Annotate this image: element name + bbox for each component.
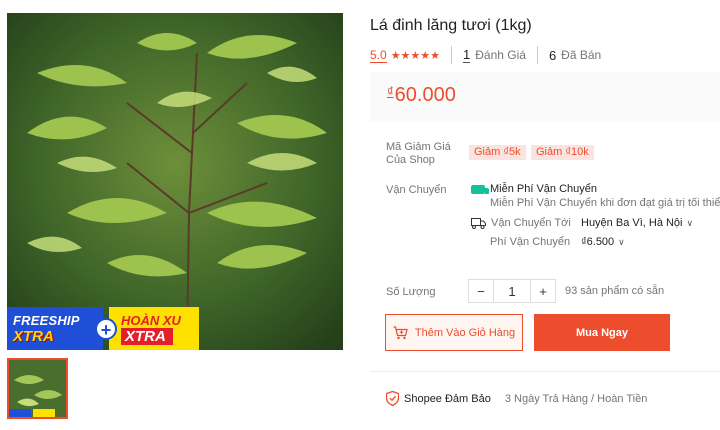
shipping-fee-value: ₫6.500 (581, 236, 615, 248)
free-ship-note: Miễn Phí Vận Chuyển khi đơn đạt giá trị … (490, 197, 720, 209)
quantity-increase-button[interactable]: + (531, 280, 555, 302)
truck-icon (471, 217, 486, 229)
currency-symbol: ₫ (387, 84, 394, 99)
quantity-label: Số Lượng (386, 286, 436, 298)
destination-select[interactable]: Huyện Ba Vì, Hà Nội ∨ (581, 217, 693, 229)
hoanxu-label: HOÀN XU (121, 312, 181, 328)
chevron-down-icon: ∨ (618, 237, 625, 247)
voucher-5k[interactable]: Giảm ₫5k (469, 145, 526, 160)
buy-now-button[interactable]: Mua Ngay (534, 314, 670, 351)
rating-score[interactable]: 5.0 (370, 48, 387, 63)
shipping-fee-select[interactable]: ₫6.500 ∨ (581, 236, 625, 248)
shield-icon (386, 391, 399, 406)
product-main-image[interactable]: FREESHIP XTRA + HOÀN XU XTRA (7, 13, 343, 350)
promo-banner: FREESHIP XTRA + HOÀN XU XTRA (7, 307, 343, 350)
divider (451, 46, 452, 64)
product-title: Lá đinh lăng tươi (1kg) (370, 17, 532, 34)
sold-count: 6 (548, 47, 557, 63)
shopee-guarantee[interactable]: Shopee Đảm Bảo 3 Ngày Trả Hàng / Hoàn Ti… (386, 391, 647, 406)
free-ship-truck-icon (471, 184, 489, 194)
voucher-10k[interactable]: Giảm ₫10k (531, 145, 594, 160)
destination-value: Huyện Ba Vì, Hà Nội (581, 217, 683, 229)
leaf-photo (7, 13, 343, 350)
quantity-stepper: − 1 + (468, 279, 556, 303)
free-ship-title: Miễn Phí Vận Chuyển (490, 183, 598, 195)
guarantee-text: 3 Ngày Trả Hàng / Hoàn Tiền (504, 392, 648, 405)
quantity-input[interactable]: 1 (493, 280, 531, 302)
divider (370, 371, 720, 372)
divider (536, 46, 538, 64)
thumbnail-leaf-photo (9, 360, 66, 417)
product-price: ₫60.000 (387, 84, 456, 106)
ship-to-row: Vận Chuyển Tới (471, 217, 571, 229)
ratings-row: 5.0 ★★★★★ 1 Đánh Giá 6 Đã Bán (370, 46, 601, 64)
ship-to-label: Vận Chuyển Tới (491, 217, 571, 229)
free-shipping: Miễn Phí Vận Chuyển (471, 183, 597, 195)
sold-label: Đã Bán (561, 48, 602, 62)
hoanxu-xtra-label: XTRA (121, 327, 173, 345)
freeship-label: FREESHIP (13, 312, 80, 328)
guarantee-label: Shopee Đảm Bảo (404, 392, 491, 405)
chevron-down-icon: ∨ (686, 218, 694, 228)
freeship-xtra-badge: FREESHIP XTRA (7, 307, 103, 350)
hoanxu-xtra-badge: HOÀN XU XTRA (109, 307, 199, 350)
add-to-cart-button[interactable]: Thêm Vào Giỏ Hàng (385, 314, 523, 351)
star-icon: ★★★★★ (390, 49, 440, 62)
stock-available: 93 sản phẩm có sẵn (565, 285, 665, 297)
product-thumbnail[interactable] (7, 358, 68, 419)
review-label: Đánh Giá (475, 48, 526, 62)
shipping-label: Vận Chuyển (386, 184, 447, 196)
plus-icon: + (95, 317, 117, 340)
add-to-cart-label: Thêm Vào Giỏ Hàng (414, 326, 516, 339)
quantity-decrease-button[interactable]: − (469, 280, 493, 302)
cart-plus-icon (393, 325, 408, 339)
price-box: ₫60.000 (370, 72, 720, 122)
price-value: 60.000 (394, 84, 456, 106)
review-count[interactable]: 1 (463, 47, 471, 63)
voucher-label: Mã Giảm Giá Của Shop (386, 141, 451, 166)
freeship-xtra-label: XTRA (13, 327, 54, 345)
shipping-fee-label: Phí Vận Chuyển (490, 236, 571, 248)
